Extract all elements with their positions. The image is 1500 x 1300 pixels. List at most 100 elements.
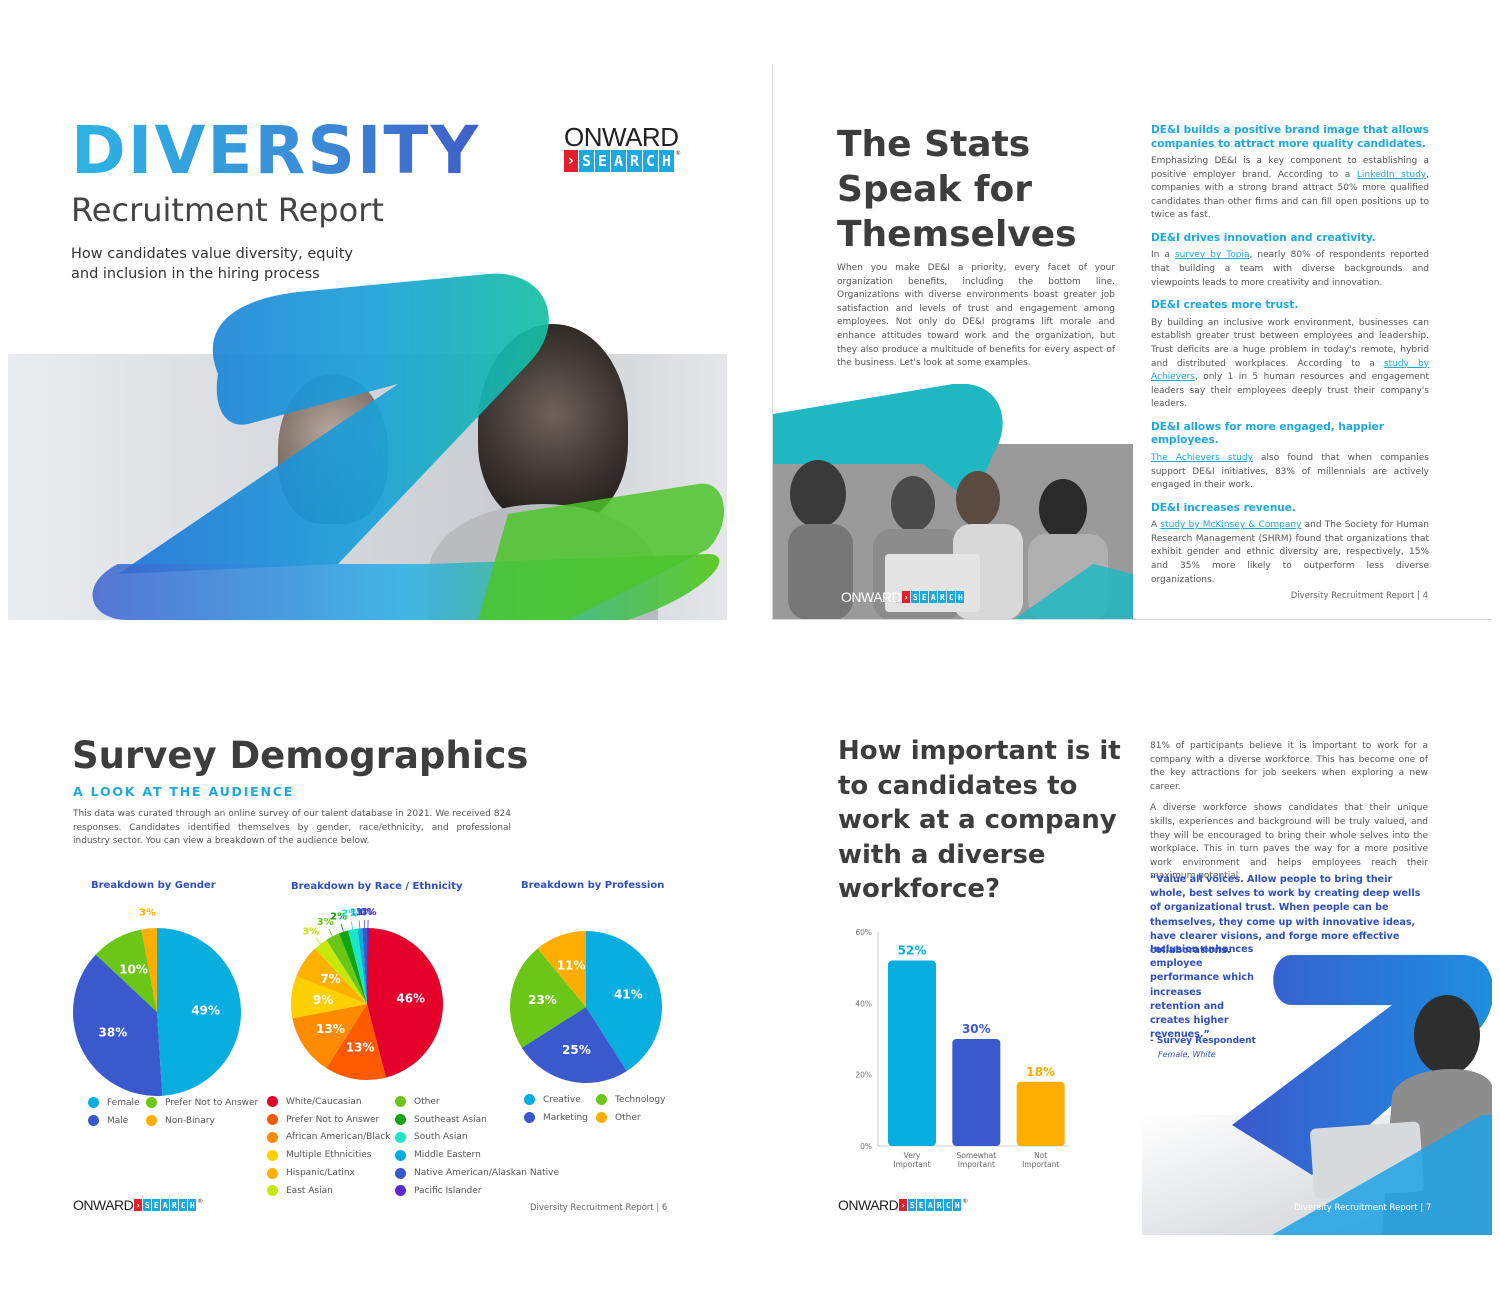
quote-attribution-detail: Female, White (1158, 1050, 1216, 1059)
logo-letter: C (944, 1199, 953, 1211)
logo-letter: C (947, 591, 956, 603)
logo-letter: E (152, 1199, 161, 1211)
legend-label: Male (107, 1115, 129, 1126)
onward-search-logo: ONWARD › S E A R C H ® (564, 124, 681, 172)
gender-chart-title: Breakdown by Gender (91, 880, 216, 891)
logo-letter: S (143, 1199, 152, 1211)
stats-page: The Stats Speak for Themselves When you … (772, 64, 1492, 620)
benefit-section: DE&I allows for more engaged, happier em… (1151, 421, 1429, 493)
pie-leader-line (340, 923, 344, 932)
report-subtitle: Recruitment Report (71, 191, 384, 229)
demographics-page: Survey Demographics A LOOK AT THE AUDIEN… (8, 690, 727, 1235)
benefits-column: DE&I builds a positive brand image that … (1151, 124, 1429, 596)
logo-letter: C (643, 150, 658, 172)
logo-letter: A (611, 150, 626, 172)
pie-label-creative: 41% (614, 988, 643, 1002)
logo-letter: R (938, 591, 947, 603)
legend-label: Southeast Asian (414, 1114, 487, 1125)
legend-item-other: Other (596, 1109, 676, 1127)
profession-legend: Creative Marketing Technology Other (524, 1091, 676, 1127)
legend-swatch (395, 1096, 406, 1108)
legend-swatch (267, 1167, 278, 1179)
legend-swatch (524, 1094, 535, 1106)
report-tagline: How candidates value diversity, equity a… (71, 246, 353, 282)
legend-label: South Asian (414, 1132, 468, 1143)
pie-label-multiple-ethnicities: 9% (313, 993, 333, 1007)
bar-value-label: 30% (962, 1022, 991, 1036)
linkedin-study-link[interactable]: LinkedIn study (1357, 170, 1426, 180)
pie-label-white-caucasian: 46% (396, 991, 425, 1005)
gender-pie-chart: 49% 38% 10% 3% (72, 907, 242, 1096)
benefit-section: DE&I creates more trust. By building an … (1151, 299, 1429, 412)
pie-label-non-binary: 3% (139, 907, 156, 918)
topia-survey-link[interactable]: survey by Topia (1175, 250, 1250, 260)
benefit-heading: DE&I creates more trust. (1151, 299, 1299, 312)
legend-label: Female (107, 1097, 140, 1108)
legend-column: Female Male (88, 1094, 146, 1130)
category-label: Very Important (893, 1151, 930, 1169)
benefit-heading: DE&I allows for more engaged, happier em… (1151, 420, 1384, 447)
legend-swatch (267, 1149, 278, 1161)
gender-legend: Female Male Prefer Not to Answer Non-Binary (88, 1094, 276, 1130)
legend-swatch (267, 1131, 278, 1143)
category-label: Somewhat Important (956, 1151, 996, 1169)
legend-swatch (395, 1131, 406, 1143)
legend-swatch (267, 1096, 278, 1108)
legend-label: Native American/Alaskan Native (414, 1168, 559, 1179)
legend-item-prefer-not-to-answer: Prefer Not to Answer (267, 1111, 395, 1129)
benefit-heading: DE&I builds a positive brand image that … (1151, 124, 1429, 150)
logo-letter: R (627, 150, 642, 172)
importance-bar-chart: 0%20%40%60%52%Very Important30%Somewhat Im… (855, 928, 1068, 1169)
legend-item-prefer-not-to-answer: Prefer Not to Answer (146, 1094, 276, 1112)
y-tick-label: 20% (855, 1071, 872, 1080)
paragraph: 81% of participants believe it is import… (1150, 741, 1428, 792)
legend-swatch (395, 1114, 406, 1126)
legend-item-south-asian: South Asian (395, 1129, 575, 1147)
profession-pie-chart: 41% 25% 23% 11% (510, 931, 662, 1083)
bar-very-important (888, 960, 936, 1146)
registered-mark: ® (197, 1198, 204, 1205)
legend-item-non-binary: Non-Binary (146, 1112, 276, 1130)
importance-page: How important is it to candidates to wor… (772, 690, 1492, 1235)
section-kicker: A LOOK AT THE AUDIENCE (73, 784, 295, 799)
legend-swatch (146, 1115, 157, 1127)
category-label-line: Important (958, 1160, 995, 1169)
onward-search-logo: ONWARD › S E A R C H ® (73, 1198, 203, 1212)
legend-swatch (395, 1167, 406, 1179)
text-run: A (1151, 520, 1161, 531)
legend-label: Creative (543, 1094, 581, 1105)
category-label: Not Important (1022, 1151, 1059, 1169)
benefit-text: In a survey by Topia, nearly 80% of resp… (1151, 249, 1429, 290)
team-photo-graphic (773, 384, 1133, 619)
pie-label-marketing: 25% (562, 1043, 591, 1057)
legend-swatch (88, 1097, 99, 1109)
logo-onward-text: ONWARD (838, 1197, 899, 1213)
pie-label-hispanic-latinx: 7% (320, 972, 340, 986)
legend-label: African American/Black (286, 1132, 391, 1143)
legend-item-marketing: Marketing (524, 1109, 596, 1127)
achievers-study-link-2[interactable]: The Achievers study (1151, 453, 1253, 463)
chevron-right-icon: › (134, 1199, 143, 1211)
race-pie-chart: 46%13%13%9%7%3%3%2%2%1%1%0% (291, 907, 444, 1080)
logo-letter: A (929, 591, 938, 603)
legend-item-native-american-alaskan-native: Native American/Alaskan Native (395, 1164, 575, 1182)
legend-swatch (395, 1149, 406, 1161)
legend-swatch (395, 1185, 406, 1197)
logo-letter: A (926, 1199, 935, 1211)
cover-page: DIVERSITY Recruitment Report How candida… (8, 64, 727, 620)
report-title: DIVERSITY (71, 112, 481, 189)
legend-item-east-asian: East Asian (267, 1182, 395, 1200)
registered-mark: ® (962, 1198, 969, 1205)
pie-label-african-american-black: 13% (316, 1022, 345, 1036)
mckinsey-study-link[interactable]: study by McKinsey & Company (1160, 520, 1301, 530)
legend-label: Other (414, 1096, 440, 1107)
legend-label: Marketing (543, 1112, 588, 1123)
profession-chart-title: Breakdown by Profession (521, 880, 665, 891)
benefit-heading: DE&I increases revenue. (1151, 501, 1296, 514)
pie-label-male: 38% (99, 1026, 128, 1040)
legend-item-pacific-islander: Pacific Islander (395, 1182, 575, 1200)
logo-letter: S (908, 1199, 917, 1211)
y-tick-label: 0% (860, 1142, 872, 1151)
category-label-line: Very (904, 1151, 921, 1160)
chevron-right-icon: › (902, 591, 911, 603)
